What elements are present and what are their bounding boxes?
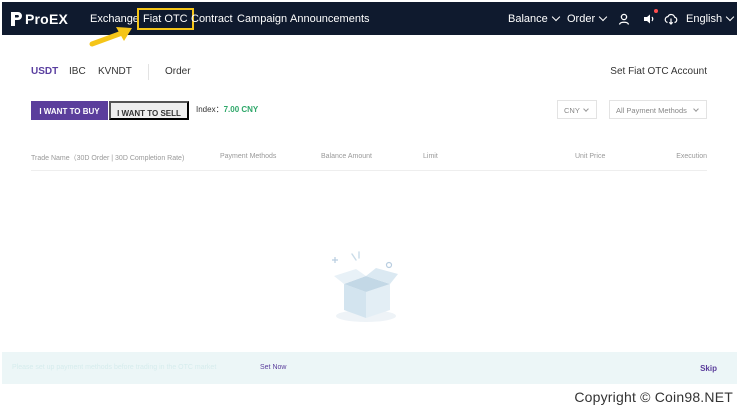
table-header-balance-amount: Balance Amount [321, 153, 372, 160]
chevron-down-icon [583, 106, 589, 112]
nav-announcements[interactable]: Announcements [290, 10, 370, 28]
want-to-sell-button[interactable]: I WANT TO SELL [109, 101, 189, 120]
payment-method-select-value: All Payment Methods [616, 106, 687, 115]
banner-message: Please set up payment methods before tra… [12, 364, 217, 371]
set-fiat-otc-account-link[interactable]: Set Fiat OTC Account [610, 66, 707, 77]
nav-language[interactable]: English [686, 10, 735, 28]
nav-balance-label: Balance [508, 13, 548, 25]
nav-language-label: English [686, 13, 723, 25]
user-icon[interactable] [617, 12, 631, 26]
speaker-icon-wrap[interactable] [642, 9, 658, 26]
speaker-icon [644, 14, 654, 24]
chevron-down-icon [551, 12, 561, 22]
table-header-limit: Limit [423, 153, 438, 160]
chevron-down-icon [693, 106, 699, 112]
index-display: Index：7.00 CNY [196, 104, 258, 115]
set-now-link[interactable]: Set Now [260, 364, 286, 371]
logo[interactable]: ProEX [10, 10, 68, 28]
want-to-buy-button[interactable]: I WANT TO BUY [31, 101, 108, 120]
nav-balance[interactable]: Balance [508, 10, 561, 28]
table-header-execution: Execution [676, 153, 707, 160]
page: ProEX Exchange Fiat OTC Contract Campaig… [0, 0, 739, 410]
payment-method-select[interactable]: All Payment Methods [609, 100, 707, 119]
tab-divider [148, 64, 149, 80]
table-header-unit-price: Unit Price [575, 153, 606, 160]
notification-dot [654, 9, 658, 13]
currency-select-value: CNY [564, 106, 580, 115]
logo-text: ProEX [25, 11, 69, 27]
table-header-payment-methods: Payment Methods [220, 153, 277, 160]
tab-ibc[interactable]: IBC [69, 66, 86, 77]
logo-icon [11, 12, 22, 26]
payment-setup-banner: Please set up payment methods before tra… [2, 352, 737, 384]
currency-select[interactable]: CNY [557, 100, 597, 119]
table-header-divider [31, 170, 707, 171]
index-label: Index： [196, 105, 224, 114]
table-header-trade-name: Trade Name（30D Order | 30D Completion Ra… [31, 155, 185, 162]
nav-contract[interactable]: Contract [191, 10, 233, 28]
empty-box-icon [332, 251, 398, 322]
download-icon[interactable] [664, 12, 678, 26]
pointer-arrow-icon [89, 27, 132, 47]
skip-button[interactable]: Skip [700, 364, 717, 373]
tab-usdt[interactable]: USDT [31, 66, 58, 77]
index-value: 7.00 CNY [223, 105, 259, 114]
nav-fiat-otc[interactable]: Fiat OTC [137, 8, 194, 30]
nav-order-label: Order [567, 13, 596, 25]
chevron-down-icon [725, 12, 735, 22]
copyright-watermark: Copyright © Coin98.NET [574, 389, 733, 405]
chevron-down-icon [598, 12, 608, 22]
nav-campaign[interactable]: Campaign [237, 10, 287, 28]
tab-kvndt[interactable]: KVNDT [98, 66, 132, 77]
tab-order[interactable]: Order [165, 66, 191, 77]
nav-order[interactable]: Order [567, 10, 608, 28]
